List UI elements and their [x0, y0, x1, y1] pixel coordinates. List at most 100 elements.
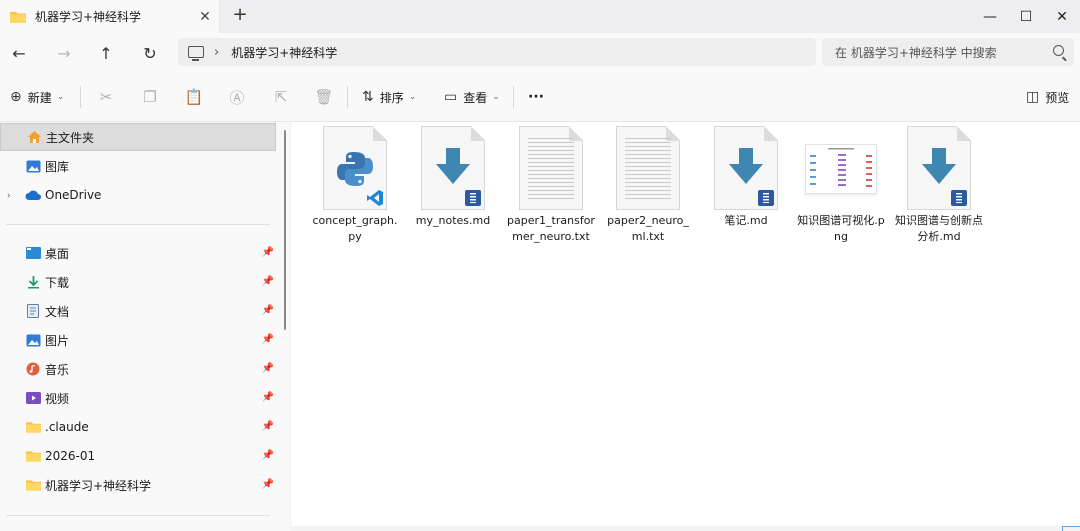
paste-icon[interactable]: 📋 — [183, 87, 205, 107]
file-name: concept_graph.py — [312, 214, 398, 243]
desktop-icon — [25, 246, 41, 260]
notes-badge-icon — [465, 190, 481, 206]
back-button[interactable]: ← — [5, 39, 33, 67]
sidebar-item-music[interactable]: 音乐 📌 — [0, 355, 276, 383]
sidebar-item-desktop[interactable]: 桌面 📌 — [0, 239, 276, 267]
preview-label: 预览 — [1045, 90, 1070, 105]
pin-icon[interactable]: 📌 — [262, 334, 274, 345]
document-icon — [25, 304, 41, 318]
breadcrumb[interactable]: 机器学习+神经科学 — [231, 44, 337, 61]
navigation-pane: 主文件夹 图库 › OneDrive 桌面 📌 下载 📌 文档 📌 图片 📌 音… — [0, 122, 290, 531]
markdown-file-icon — [714, 126, 778, 210]
notes-badge-icon — [758, 190, 774, 206]
new-button[interactable]: ⊕ 新建 ⌄ — [10, 85, 64, 109]
divider — [513, 86, 514, 108]
tab-bar: 机器学习+神经科学 ✕ + — ☐ ✕ — [0, 0, 1080, 33]
sidebar-scrollbar[interactable] — [284, 130, 286, 330]
sidebar-item-gallery[interactable]: 图库 — [0, 152, 276, 180]
file-item[interactable]: 知识图谱与创新点分析.md — [893, 126, 985, 245]
file-name: 笔记.md — [724, 214, 768, 227]
file-item[interactable]: paper2_neuro_ml.txt — [602, 126, 694, 245]
pin-icon[interactable]: 📌 — [262, 450, 274, 461]
pin-icon[interactable]: 📌 — [262, 276, 274, 287]
sidebar-item-claude[interactable]: .claude 📌 — [0, 413, 276, 441]
view-label: 查看 — [463, 90, 488, 105]
new-tab-button[interactable]: + — [228, 5, 252, 27]
tab-title: 机器学习+神经科学 — [35, 10, 142, 24]
pin-icon[interactable]: 📌 — [262, 421, 274, 432]
file-item[interactable]: 笔记.md — [700, 126, 792, 229]
file-item[interactable]: my_notes.md — [407, 126, 499, 229]
file-view: concept_graph.py my_notes.md paper1_tran… — [291, 122, 1080, 526]
chevron-down-icon: ⌄ — [408, 92, 417, 102]
file-name: paper1_transformer_neuro.txt — [507, 214, 595, 243]
sort-label: 排序 — [379, 90, 404, 105]
command-bar: ⊕ 新建 ⌄ ✂ ❐ 📋 Ⓐ ⇱ 🗑 ⇅ 排序 ⌄ ▭ 查看 ⌄ ··· ◫ 预… — [0, 72, 1080, 122]
pin-icon[interactable]: 📌 — [262, 247, 274, 258]
divider — [6, 224, 270, 225]
more-options-button[interactable]: ··· — [528, 85, 544, 109]
preview-pane-icon: ◫ — [1026, 89, 1040, 105]
sidebar-item-label: 主文件夹 — [46, 130, 95, 145]
delete-icon[interactable]: 🗑 — [313, 87, 335, 107]
sidebar-item-videos[interactable]: 视频 📌 — [0, 384, 276, 412]
notes-badge-icon — [951, 190, 967, 206]
view-button[interactable]: ▭ 查看 ⌄ — [444, 85, 500, 109]
sidebar-item-label: OneDrive — [45, 188, 102, 202]
pin-icon[interactable]: 📌 — [262, 363, 274, 374]
copy-icon[interactable]: ❐ — [139, 87, 161, 107]
download-icon — [25, 275, 41, 289]
forward-button[interactable]: → — [50, 39, 78, 67]
markdown-file-icon — [421, 126, 485, 210]
rename-icon[interactable]: Ⓐ — [226, 87, 248, 107]
close-window-button[interactable]: ✕ — [1040, 0, 1080, 33]
sidebar-item-documents[interactable]: 文档 📌 — [0, 297, 276, 325]
sidebar-item-label: 图片 — [45, 333, 70, 348]
search-input[interactable]: 在 机器学习+神经科学 中搜索 — [822, 38, 1074, 66]
vscode-badge-icon — [367, 190, 383, 206]
sidebar-item-label: 视频 — [45, 391, 70, 406]
divider — [80, 86, 81, 108]
folder-icon — [25, 478, 41, 492]
share-icon[interactable]: ⇱ — [270, 87, 292, 107]
picture-icon — [25, 333, 41, 347]
file-item[interactable]: paper1_transformer_neuro.txt — [505, 126, 597, 245]
address-bar-row: ← → ↑ ↻ › 机器学习+神经科学 在 机器学习+神经科学 中搜索 — [0, 33, 1080, 72]
python-file-icon — [323, 126, 387, 210]
sort-button[interactable]: ⇅ 排序 ⌄ — [362, 85, 416, 109]
file-name: 知识图谱与创新点分析.md — [895, 214, 983, 243]
pin-icon[interactable]: 📌 — [262, 305, 274, 316]
file-item[interactable]: 知识图谱可视化.png — [795, 126, 887, 245]
view-icon: ▭ — [444, 89, 458, 105]
chevron-down-icon: ⌄ — [56, 92, 65, 102]
sidebar-item-label: 2026-01 — [45, 449, 96, 463]
sidebar-item-label: .claude — [45, 420, 89, 434]
home-icon — [26, 130, 42, 144]
tab-close-icon[interactable]: ✕ — [191, 9, 219, 25]
divider — [347, 86, 348, 108]
sidebar-item-downloads[interactable]: 下载 📌 — [0, 268, 276, 296]
folder-icon — [25, 420, 41, 434]
tab-current[interactable]: 机器学习+神经科学 ✕ — [0, 0, 220, 33]
sidebar-item-onedrive[interactable]: OneDrive — [0, 181, 276, 209]
sidebar-item-pictures[interactable]: 图片 📌 — [0, 326, 276, 354]
file-name: 知识图谱可视化.png — [797, 214, 885, 243]
refresh-button[interactable]: ↻ — [136, 39, 164, 67]
address-field[interactable]: › 机器学习+神经科学 — [178, 38, 816, 66]
file-item[interactable]: concept_graph.py — [309, 126, 401, 245]
preview-button[interactable]: ◫ 预览 — [1026, 85, 1069, 109]
search-placeholder: 在 机器学习+神经科学 中搜索 — [835, 45, 997, 60]
file-name: my_notes.md — [415, 214, 491, 227]
search-icon — [1053, 45, 1064, 56]
sidebar-item-2026-01[interactable]: 2026-01 📌 — [0, 442, 276, 470]
sidebar-item-ml-neuro[interactable]: 机器学习+神经科学 📌 — [0, 471, 276, 499]
gallery-icon — [25, 159, 41, 173]
cut-icon[interactable]: ✂ — [95, 87, 117, 107]
up-button[interactable]: ↑ — [92, 39, 120, 67]
sidebar-item-label: 桌面 — [45, 246, 70, 261]
sidebar-item-home[interactable]: 主文件夹 — [0, 123, 276, 151]
sidebar-item-label: 机器学习+神经科学 — [45, 478, 152, 493]
pin-icon[interactable]: 📌 — [262, 479, 274, 490]
pin-icon[interactable]: 📌 — [262, 392, 274, 403]
text-file-icon — [616, 126, 680, 210]
